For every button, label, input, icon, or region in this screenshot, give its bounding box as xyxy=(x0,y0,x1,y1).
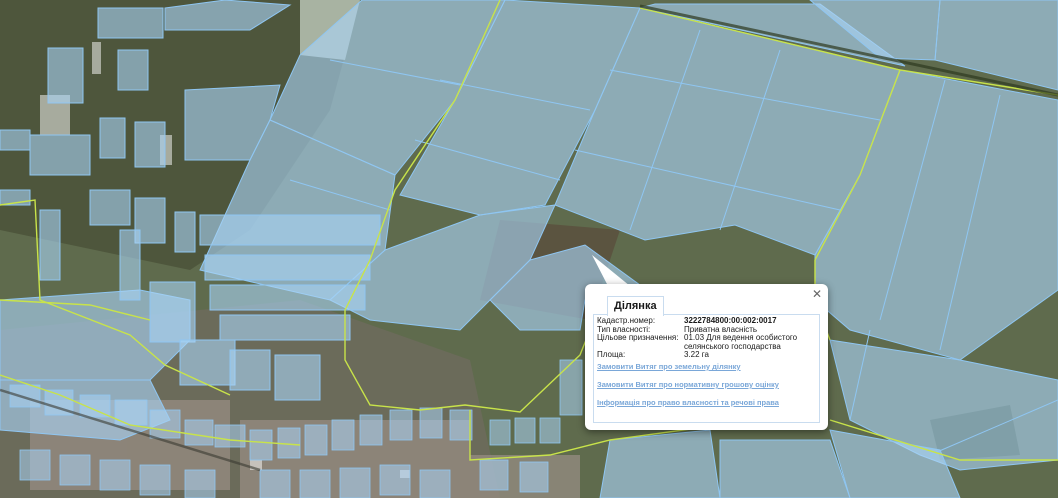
field-label: Площа: xyxy=(597,350,626,359)
parcel-info-popup: ✕ Ділянка Кадастр.номер: 3222784800:00:0… xyxy=(585,284,828,430)
field-value: 01.03 Для ведення особистого селянського… xyxy=(684,333,798,351)
parcel-fields: Кадастр.номер: 3222784800:00:002:0017 Ти… xyxy=(597,316,819,360)
field-area: Площа: 3.22 га xyxy=(597,350,819,360)
field-label: Цільове призначення: xyxy=(597,333,679,342)
close-icon[interactable]: ✕ xyxy=(812,287,822,301)
order-land-extract-link[interactable]: Замовити Витяг про земельну ділянку xyxy=(597,362,779,371)
tab-parcel[interactable]: Ділянка xyxy=(607,296,664,316)
order-valuation-extract-link[interactable]: Замовити Витяг про нормативну грошову оц… xyxy=(597,380,779,389)
cadastral-map[interactable]: ✕ Ділянка Кадастр.номер: 3222784800:00:0… xyxy=(0,0,1058,498)
popup-pointer xyxy=(592,255,630,286)
field-value: 3.22 га xyxy=(684,350,709,359)
ownership-info-link[interactable]: Інформація про право власності та речові… xyxy=(597,398,779,407)
field-purpose: Цільове призначення: 01.03 Для ведення о… xyxy=(597,333,819,351)
parcel-links: Замовити Витяг про земельну ділянку Замо… xyxy=(597,362,779,416)
parcel-info-panel: Кадастр.номер: 3222784800:00:002:0017 Ти… xyxy=(593,314,820,423)
